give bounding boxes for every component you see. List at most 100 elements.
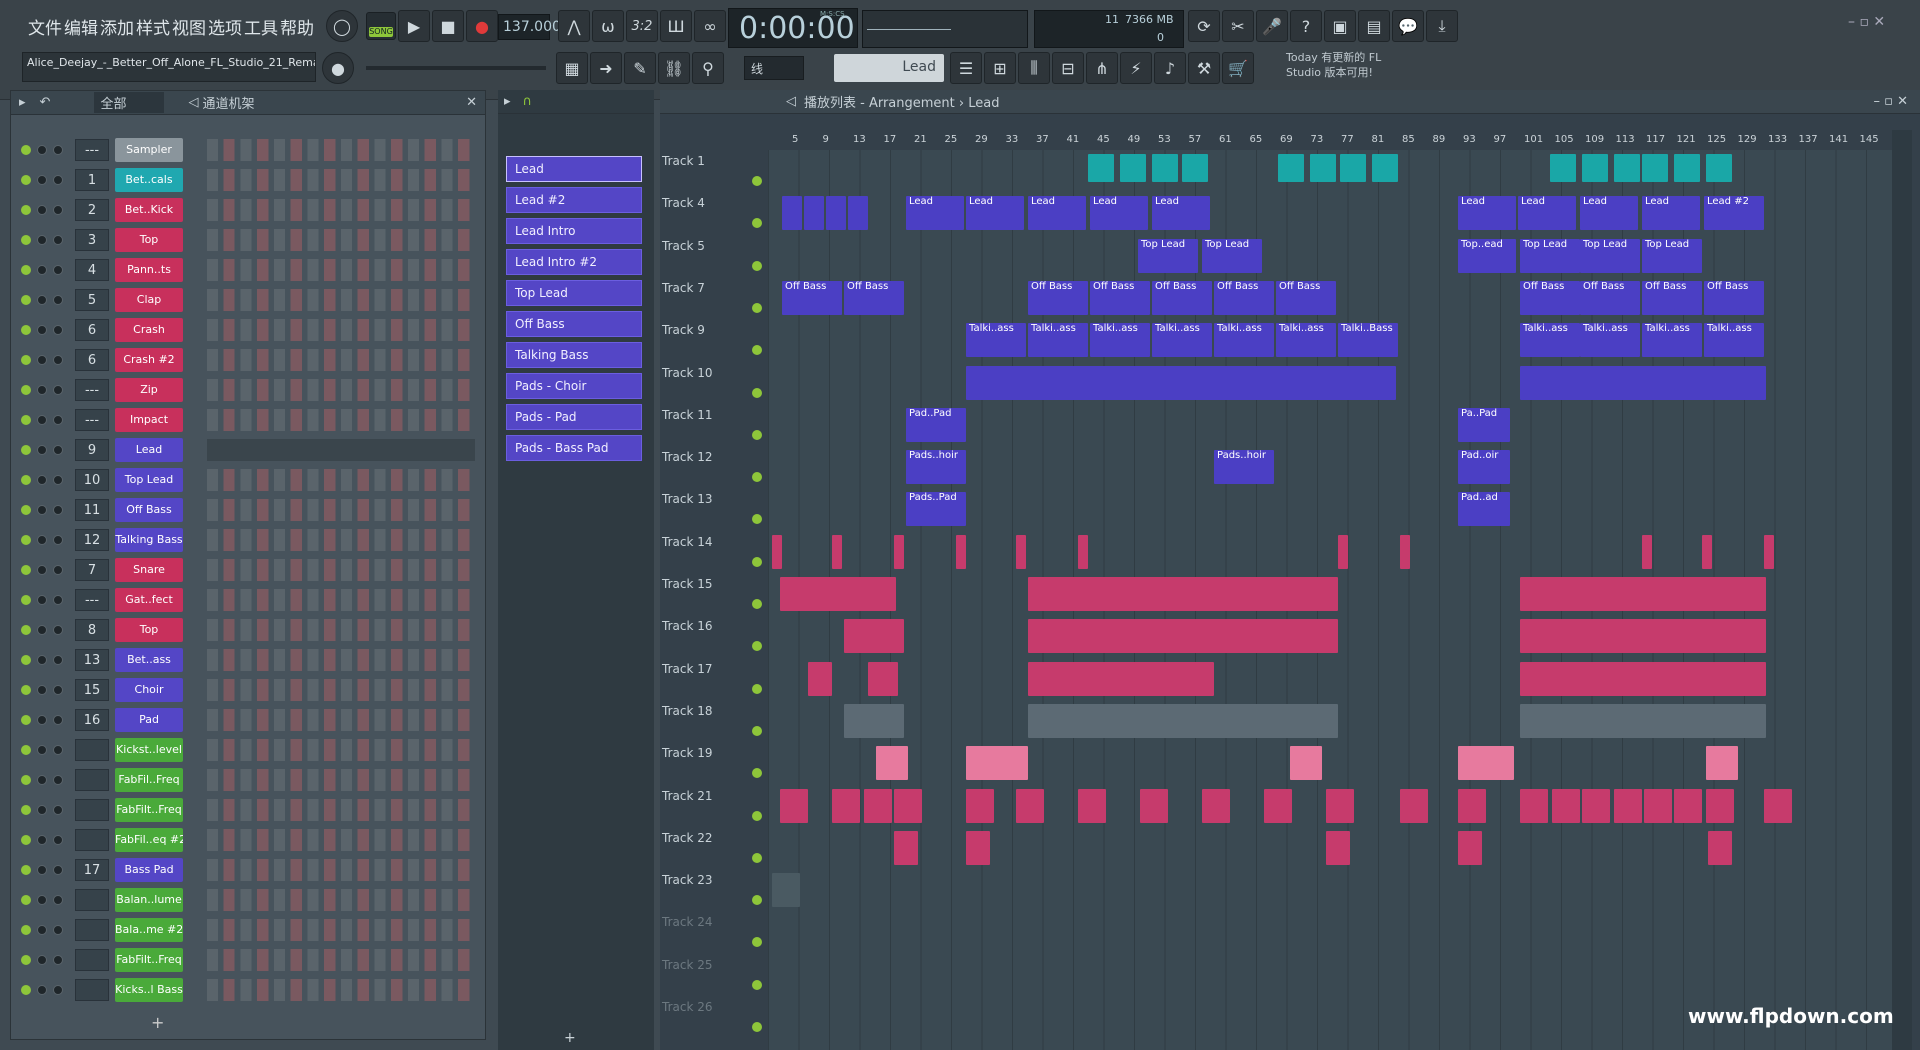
playlist-clip[interactable]	[1764, 788, 1792, 823]
playlist-clip[interactable]: Off Bass	[1520, 280, 1580, 315]
playlist-clip[interactable]	[1016, 534, 1026, 569]
volume-knob-icon[interactable]	[53, 325, 63, 335]
pan-knob-icon[interactable]	[37, 205, 47, 215]
playlist-clip[interactable]	[1520, 577, 1766, 611]
playlist-clip[interactable]	[966, 788, 994, 823]
channel-button[interactable]: Pad	[115, 708, 183, 732]
playlist-clip[interactable]	[1642, 154, 1668, 182]
track-mute-led-icon[interactable]	[752, 937, 762, 948]
add-channel-button[interactable]: +	[151, 1013, 164, 1032]
playlist-clip[interactable]: Talki..ass	[1276, 323, 1336, 358]
playlist-clip[interactable]	[876, 746, 908, 781]
menu-item[interactable]: 样式	[136, 14, 170, 39]
step-sequencer[interactable]	[207, 709, 475, 731]
playlist-clip[interactable]: Pads..hoir	[1214, 450, 1274, 485]
mute-led-icon[interactable]	[21, 175, 31, 185]
playlist-clip[interactable]: Lead	[1458, 196, 1516, 231]
help-icon[interactable]: ?	[1290, 10, 1322, 42]
tools-icon[interactable]: ⚒	[1188, 52, 1220, 84]
channel-row[interactable]: 13 Bet..ass	[11, 645, 487, 675]
timeline-ruler[interactable]: 5 9 13 17 21 25 29 33 37 41 45 49 53 57 61 65 69 73 77 81 85…	[768, 134, 1898, 148]
pan-knob-icon[interactable]	[37, 265, 47, 275]
playlist-clip[interactable]: Lead	[906, 196, 964, 231]
piano-roll-preview[interactable]	[207, 439, 475, 461]
playlist-clip[interactable]: Pad..ad	[1458, 492, 1510, 527]
mute-led-icon[interactable]	[21, 445, 31, 455]
step-sequencer[interactable]	[207, 469, 475, 491]
mute-led-icon[interactable]	[21, 985, 31, 995]
volume-knob-icon[interactable]	[53, 205, 63, 215]
playlist-clip[interactable]	[772, 873, 800, 908]
channel-rack-icon[interactable]: ⊟	[1052, 52, 1084, 84]
channel-row[interactable]: 16 Pad	[11, 705, 487, 735]
mute-led-icon[interactable]	[21, 475, 31, 485]
channel-button[interactable]: Top Lead	[115, 468, 183, 492]
playlist-clip[interactable]	[1582, 788, 1610, 823]
playlist-clip[interactable]	[844, 619, 904, 654]
track-header[interactable]: Track 7	[660, 281, 764, 295]
mute-led-icon[interactable]	[21, 715, 31, 725]
mixer-track-number[interactable]: 6	[75, 319, 109, 341]
pan-knob-icon[interactable]	[37, 955, 47, 965]
master-volume-knob[interactable]: ●	[322, 52, 354, 84]
pan-knob-icon[interactable]	[37, 865, 47, 875]
playlist-clip[interactable]: Off Bass	[1704, 280, 1764, 315]
pan-knob-icon[interactable]	[37, 235, 47, 245]
step-sequencer[interactable]	[207, 169, 475, 191]
playlist-clip[interactable]: Pads..Pad	[906, 492, 966, 527]
track-mute-led-icon[interactable]	[752, 641, 762, 652]
track-header[interactable]: Track 21	[660, 789, 764, 803]
playlist-clip[interactable]: Talki..ass	[1090, 323, 1150, 358]
channel-row[interactable]: 15 Choir	[11, 675, 487, 705]
channel-row[interactable]: 6 Crash	[11, 315, 487, 345]
wait-record-icon[interactable]: ω	[592, 10, 624, 42]
menu-item[interactable]: 选项	[208, 14, 242, 39]
news-panel[interactable]: Today 有更新的 FL Studio 版本可用!	[1286, 50, 1450, 82]
channel-button[interactable]: Bet..ass	[115, 648, 183, 672]
channel-button[interactable]: Bet..Kick	[115, 198, 183, 222]
track-mute-led-icon[interactable]	[752, 472, 762, 483]
channel-row[interactable]: FabFil..eq #2	[11, 825, 487, 855]
track-mute-led-icon[interactable]	[752, 260, 762, 271]
playlist-clip[interactable]	[826, 196, 846, 231]
volume-knob-icon[interactable]	[53, 775, 63, 785]
volume-knob-icon[interactable]	[53, 955, 63, 965]
mixer-track-number[interactable]: ---	[75, 589, 109, 611]
volume-knob-icon[interactable]	[53, 565, 63, 575]
mute-led-icon[interactable]	[21, 955, 31, 965]
undo-history-icon[interactable]: ⟳	[1188, 10, 1220, 42]
playlist-clip[interactable]: Off Bass	[1642, 280, 1702, 315]
mute-led-icon[interactable]	[21, 775, 31, 785]
playlist-clip[interactable]	[894, 788, 922, 823]
playlist-clip[interactable]	[1702, 534, 1712, 569]
channel-button[interactable]: Choir	[115, 678, 183, 702]
plugin-icon[interactable]: ⚡	[1120, 52, 1152, 84]
channel-button[interactable]: Pann..ts	[115, 258, 183, 282]
countdown-icon[interactable]: 3:2	[626, 10, 658, 42]
microphone-icon[interactable]: 🎤	[1256, 10, 1288, 42]
playlist-clip[interactable]	[1706, 746, 1738, 781]
channel-row[interactable]: Bala..me #2	[11, 915, 487, 945]
download-icon[interactable]: ⤓	[1426, 10, 1458, 42]
playlist-clip[interactable]	[1278, 154, 1304, 182]
playlist-clip[interactable]: Off Bass	[1090, 280, 1150, 315]
channel-row[interactable]: FabFilt..Freq	[11, 945, 487, 975]
step-sequencer[interactable]	[207, 319, 475, 341]
mixer-track-number[interactable]: ---	[75, 379, 109, 401]
step-sequencer[interactable]	[207, 199, 475, 221]
channel-button[interactable]: Balan..lume	[115, 888, 183, 912]
playlist-clip[interactable]: Pa..Pad	[1458, 407, 1510, 442]
mixer-track-number[interactable]: 2	[75, 199, 109, 221]
pan-knob-icon[interactable]	[37, 685, 47, 695]
mute-led-icon[interactable]	[21, 295, 31, 305]
master-pitch-slider[interactable]	[366, 66, 546, 70]
playlist-clip[interactable]	[1326, 788, 1354, 823]
volume-knob-icon[interactable]	[53, 505, 63, 515]
track-mute-led-icon[interactable]	[752, 683, 762, 694]
playlist-clip[interactable]	[1264, 788, 1292, 823]
mixer-track-number[interactable]: 5	[75, 289, 109, 311]
channel-button[interactable]: Snare	[115, 558, 183, 582]
playlist-clip[interactable]	[1550, 154, 1576, 182]
channel-button[interactable]: Top	[115, 618, 183, 642]
pattern-item[interactable]: Talking Bass	[506, 342, 642, 368]
